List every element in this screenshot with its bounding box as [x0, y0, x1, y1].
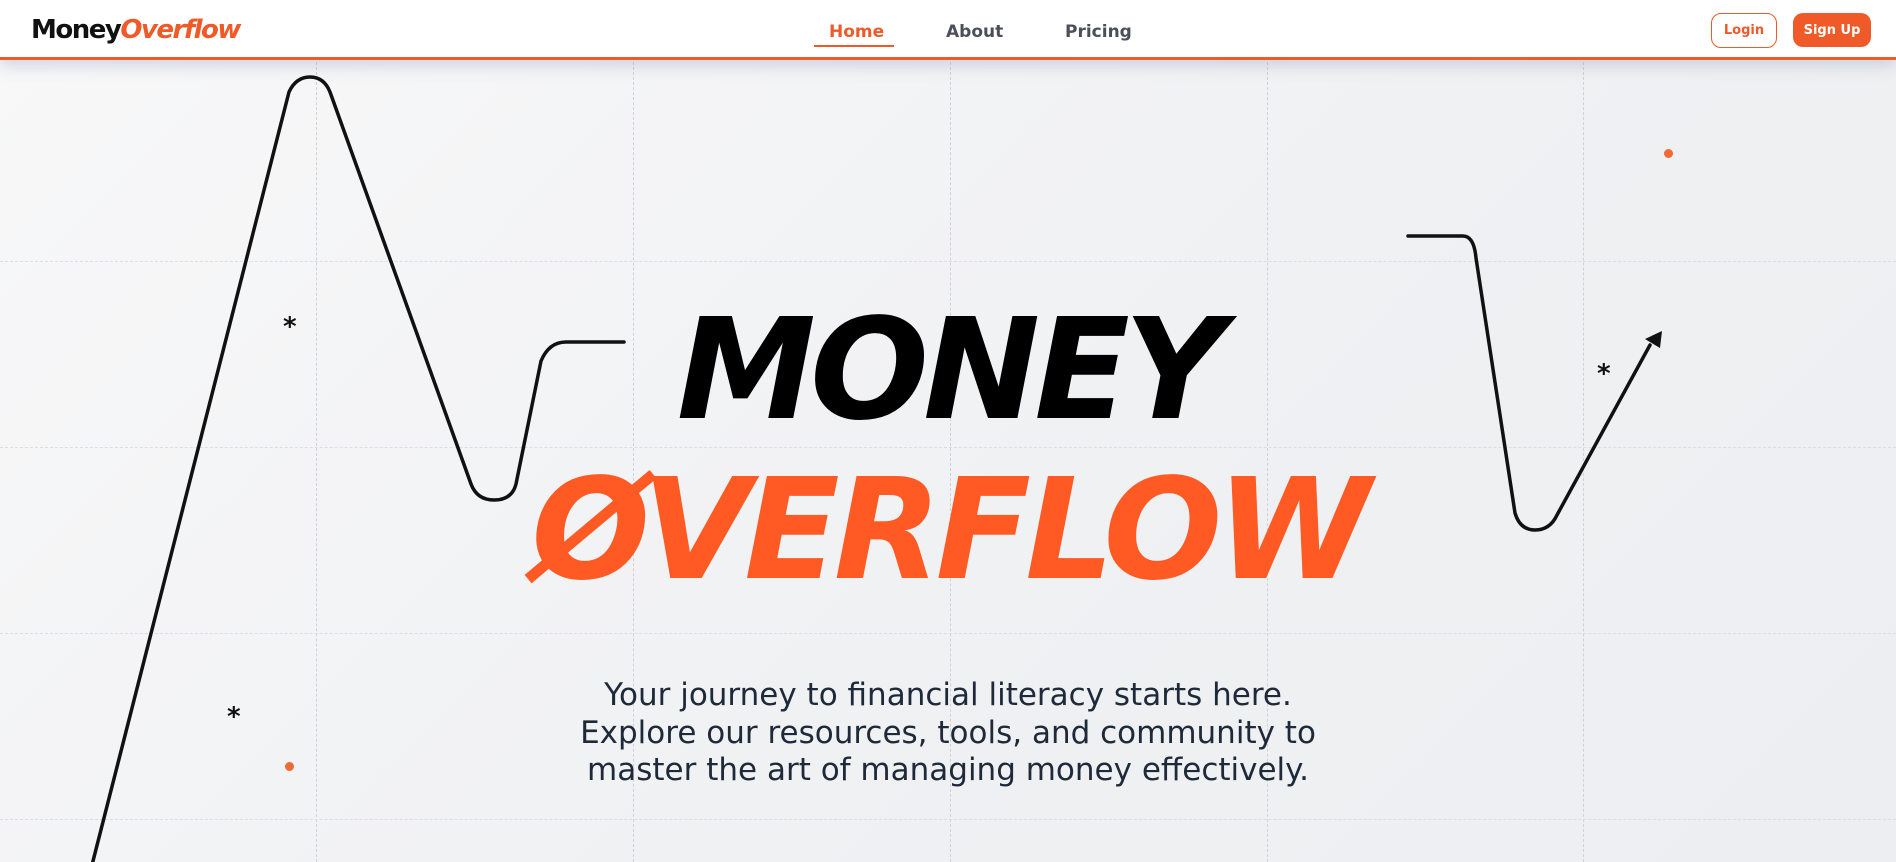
signup-button[interactable]: Sign Up	[1793, 13, 1871, 47]
logo-part-overflow: Overflow	[120, 15, 241, 45]
accent-dot-icon	[285, 762, 294, 771]
nav-active-underline	[814, 45, 894, 47]
hero-subtitle-line: master the art of managing money effecti…	[587, 752, 1309, 788]
asterisk-icon: *	[283, 312, 297, 342]
hero-subtitle-line: Explore our resources, tools, and commun…	[580, 714, 1316, 751]
brand-logo[interactable]: MoneyOverflow	[31, 15, 241, 45]
hero-subtitle-line: Your journey to financial literacy start…	[604, 677, 1292, 713]
hero-subtitle: Your journey to financial literacy start…	[548, 677, 1348, 790]
landing-page: MoneyOverflow Home About Pricing Login S…	[0, 0, 1896, 862]
nav-home[interactable]: Home	[829, 22, 884, 42]
nav-about[interactable]: About	[946, 22, 1003, 42]
login-button[interactable]: Login	[1711, 13, 1777, 48]
asterisk-icon: *	[227, 702, 241, 732]
top-navbar: MoneyOverflow Home About Pricing Login S…	[0, 0, 1896, 60]
hero-title-overflow: ØVERFLOW	[531, 449, 1371, 612]
asterisk-icon: *	[1597, 359, 1611, 389]
nav-pricing[interactable]: Pricing	[1065, 22, 1132, 42]
logo-part-money: Money	[31, 15, 122, 45]
accent-dot-icon	[1664, 149, 1673, 158]
